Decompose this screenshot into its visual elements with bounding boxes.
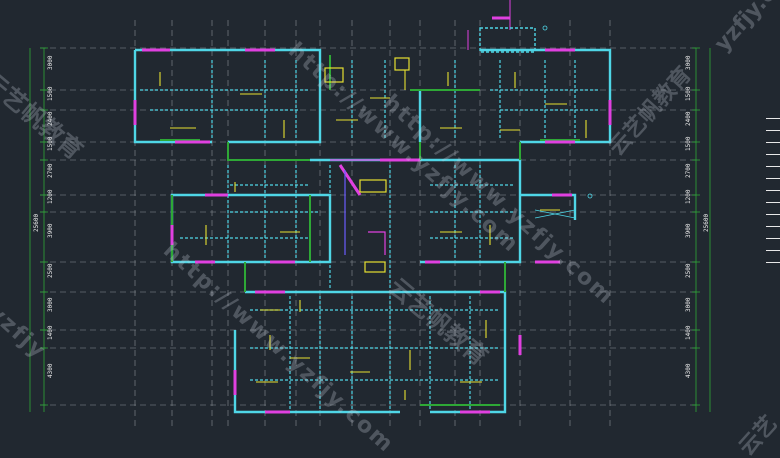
stair-core [324,57,410,273]
scroll-tick [766,262,780,269]
scroll-tick [766,142,780,149]
dimension-labels-left: 3000 1500 2400 1500 2700 1200 3900 25600… [33,55,54,378]
walls-green [160,55,580,406]
walls-cyan-dashed [140,60,600,410]
scroll-tick [766,238,780,245]
dim-left-11: 4300 [47,363,54,378]
roof-box-top [479,27,536,53]
dim-left-8: 2500 [47,263,54,278]
dim-left-4: 2700 [47,163,54,178]
scroll-tick [766,250,780,257]
dim-left-0: 3000 [47,55,54,70]
dim-right-7: 25600 [703,214,710,232]
dim-right-6: 3900 [685,223,692,238]
floor-plan-drawing[interactable]: 3000 1500 2400 1500 2700 1200 3900 25600… [0,0,780,458]
dim-right-8: 2500 [685,263,692,278]
dim-right-2: 2400 [685,111,692,126]
dim-right-10: 1400 [685,325,692,340]
scroll-tick [766,202,780,209]
magenta-axis-line [467,0,511,50]
dim-left-6: 3900 [47,223,54,238]
beam-marks-yellow [159,70,587,400]
scroll-tick [766,154,780,161]
dim-left-7: 25600 [33,214,40,232]
scroll-tick [766,118,780,125]
dim-right-0: 3000 [685,55,692,70]
dim-right-9: 3000 [685,297,692,312]
dim-right-4: 2700 [685,163,692,178]
dim-right-3: 1500 [685,136,692,151]
dim-right-11: 4300 [685,363,692,378]
dimension-labels-right: 3000 1500 2400 1500 2700 1200 3900 25600… [685,55,710,378]
scroll-tick [766,214,780,221]
dim-right-5: 1200 [685,189,692,204]
scroll-tick [766,226,780,233]
dim-left-10: 1400 [47,325,54,340]
dim-left-1: 1500 [47,86,54,101]
annotation-marks [534,25,593,219]
walls-magenta [133,16,612,414]
axis-grid [40,20,700,430]
vertical-scroll-ticks[interactable] [766,118,780,270]
scroll-tick [766,166,780,173]
scroll-tick [766,190,780,197]
dim-left-5: 1200 [47,189,54,204]
cad-viewport[interactable]: 3000 1500 2400 1500 2700 1200 3900 25600… [0,0,780,458]
scroll-tick [766,130,780,137]
dim-left-9: 3000 [47,297,54,312]
dim-right-1: 1500 [685,86,692,101]
dim-left-3: 1500 [47,136,54,151]
scroll-tick [766,178,780,185]
dim-left-2: 2400 [47,111,54,126]
